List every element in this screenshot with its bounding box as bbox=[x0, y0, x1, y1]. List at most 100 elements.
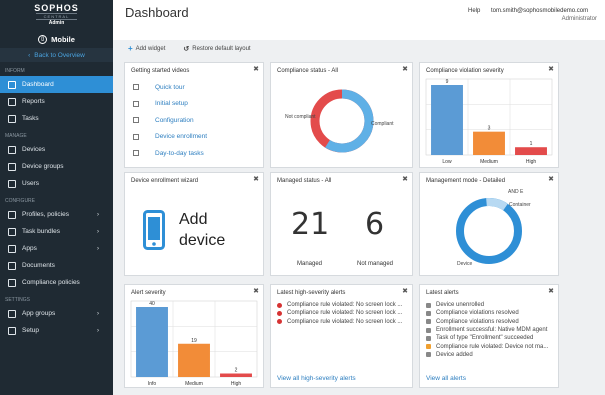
tasks-icon bbox=[8, 114, 16, 123]
bar-medium[interactable] bbox=[178, 343, 210, 377]
close-icon[interactable]: ✖ bbox=[253, 175, 259, 183]
alert-item[interactable]: Device unenrolled bbox=[420, 301, 558, 309]
back-to-overview-link[interactable]: ‹ Back to Overview bbox=[0, 48, 113, 62]
close-icon[interactable]: ✖ bbox=[548, 175, 554, 183]
add-widget-label: Add widget bbox=[135, 45, 166, 52]
top-bar: Dashboard Help tom.smith@sophosmobiledem… bbox=[113, 0, 605, 40]
alert-item[interactable]: Compliance rule violated: No screen lock… bbox=[271, 301, 412, 309]
documents-icon bbox=[8, 261, 16, 270]
sidebar-item-reports[interactable]: Reports bbox=[0, 93, 113, 110]
sidebar-item-setup[interactable]: Setup › bbox=[0, 322, 113, 339]
restore-layout-button[interactable]: ↺ Restore default layout bbox=[183, 44, 250, 53]
close-icon[interactable]: ✖ bbox=[548, 287, 554, 295]
widget-title: Managed status - All bbox=[277, 178, 332, 184]
close-icon[interactable]: ✖ bbox=[402, 287, 408, 295]
devices-icon bbox=[8, 145, 16, 154]
alert-text: Enrollment successful: Native MDM agent bbox=[436, 327, 548, 334]
video-icon bbox=[133, 117, 139, 124]
bar-info[interactable] bbox=[136, 307, 168, 377]
product-switcher[interactable]: ▯ Mobile bbox=[0, 30, 113, 48]
close-icon[interactable]: ✖ bbox=[548, 65, 554, 73]
chevron-right-icon: › bbox=[97, 211, 99, 218]
sidebar-item-tasks[interactable]: Tasks bbox=[0, 110, 113, 127]
alert-item[interactable]: Enrollment successful: Native MDM agent bbox=[420, 326, 558, 334]
bar-high[interactable] bbox=[220, 373, 252, 378]
video-title: Device enrollment bbox=[155, 133, 208, 141]
sophos-logo: SOPHOS CENTRAL Admin bbox=[0, 0, 113, 30]
alert-text: Compliance rule violated: No screen lock… bbox=[287, 302, 403, 309]
not-managed-label: Not managed bbox=[357, 261, 394, 267]
donut-device[interactable] bbox=[456, 198, 522, 264]
video-link[interactable]: Day-to-day tasks bbox=[125, 145, 263, 162]
error-icon bbox=[277, 302, 282, 308]
tick-label: High bbox=[526, 159, 537, 165]
alert-item[interactable]: Compliance rule violated: No screen lock… bbox=[271, 309, 412, 317]
alert-item[interactable]: Compliance rule violated: No screen lock… bbox=[271, 318, 412, 326]
brand-sub: CENTRAL bbox=[35, 13, 78, 20]
video-link[interactable]: Initial setup bbox=[125, 96, 263, 113]
setup-icon bbox=[8, 326, 16, 335]
sidebar-item-app-groups[interactable]: App groups › bbox=[0, 305, 113, 322]
chevron-right-icon: › bbox=[97, 327, 99, 334]
bar-medium[interactable] bbox=[473, 131, 505, 155]
close-icon[interactable]: ✖ bbox=[402, 65, 408, 73]
video-link[interactable]: Configuration bbox=[125, 112, 263, 129]
add-device-button[interactable]: Add device bbox=[143, 209, 225, 251]
data-label: 1 bbox=[530, 141, 533, 147]
sidebar-item-dashboard[interactable]: Dashboard bbox=[0, 76, 113, 93]
tick-label: Low bbox=[442, 159, 452, 165]
close-icon[interactable]: ✖ bbox=[253, 65, 259, 73]
tick-label: Medium bbox=[185, 381, 203, 387]
reports-icon bbox=[8, 97, 16, 106]
sidebar-item-device-groups[interactable]: Device groups bbox=[0, 158, 113, 175]
help-link[interactable]: Help bbox=[468, 8, 480, 14]
user-role: Administrator bbox=[561, 16, 597, 22]
alert-item[interactable]: Compliance violations resolved bbox=[420, 309, 558, 317]
managed-count[interactable]: 21 bbox=[291, 207, 329, 242]
not-managed-count[interactable]: 6 bbox=[365, 207, 384, 242]
sidebar-item-label: Task bundles bbox=[22, 228, 60, 235]
sidebar-item-compliance-policies[interactable]: Compliance policies bbox=[0, 274, 113, 291]
management-mode-widget: Management mode - Detailed ✖ AND E Conta… bbox=[419, 172, 559, 276]
alert-item[interactable]: Compliance rule violated: Device not ma.… bbox=[420, 342, 558, 350]
alert-item[interactable]: Compliance violations resolved bbox=[420, 318, 558, 326]
video-link[interactable]: Device enrollment bbox=[125, 129, 263, 146]
latest-alerts-widget: Latest alerts ✖ Device unenrolled Complia… bbox=[419, 284, 559, 388]
alert-text: Device added bbox=[436, 351, 473, 358]
product-label: Mobile bbox=[51, 34, 75, 44]
info-icon bbox=[426, 310, 431, 316]
restore-icon: ↺ bbox=[183, 45, 190, 53]
sidebar-item-label: Tasks bbox=[22, 115, 39, 122]
close-icon[interactable]: ✖ bbox=[402, 175, 408, 183]
info-icon bbox=[426, 327, 431, 333]
sidebar-item-documents[interactable]: Documents bbox=[0, 257, 113, 274]
alert-item[interactable]: Device added bbox=[420, 351, 558, 359]
sidebar-item-profiles-policies[interactable]: Profiles, policies › bbox=[0, 206, 113, 223]
video-link[interactable]: Quick tour bbox=[125, 79, 263, 96]
view-high-alerts-link[interactable]: View all high-severity alerts bbox=[277, 375, 356, 382]
profiles-icon bbox=[8, 210, 16, 219]
legend-and-e: AND E bbox=[508, 189, 524, 195]
mobile-icon: ▯ bbox=[38, 34, 48, 44]
chevron-right-icon: › bbox=[97, 310, 99, 317]
view-all-alerts-link[interactable]: View all alerts bbox=[426, 375, 466, 382]
sidebar-item-apps[interactable]: Apps › bbox=[0, 240, 113, 257]
bar-low[interactable] bbox=[431, 85, 463, 155]
video-icon bbox=[133, 150, 139, 157]
sidebar-item-users[interactable]: Users bbox=[0, 175, 113, 192]
widget-title: Latest alerts bbox=[426, 290, 459, 296]
add-label: Add bbox=[179, 211, 208, 228]
close-icon[interactable]: ✖ bbox=[253, 287, 259, 295]
dashboard-icon bbox=[8, 80, 16, 89]
sidebar-item-devices[interactable]: Devices bbox=[0, 141, 113, 158]
compliance-icon bbox=[8, 278, 16, 287]
error-icon bbox=[277, 310, 282, 316]
alert-item[interactable]: Task of type "Enrollment" succeeded bbox=[420, 334, 558, 342]
video-icon bbox=[133, 133, 139, 140]
sidebar-item-task-bundles[interactable]: Task bundles › bbox=[0, 223, 113, 240]
add-widget-button[interactable]: + Add widget bbox=[128, 44, 165, 53]
nav-section-configure: CONFIGURE bbox=[5, 198, 35, 204]
data-label: 3 bbox=[488, 126, 491, 132]
user-email[interactable]: tom.smith@sophosmobiledemo.com bbox=[491, 8, 588, 14]
bar-high[interactable] bbox=[515, 147, 547, 155]
